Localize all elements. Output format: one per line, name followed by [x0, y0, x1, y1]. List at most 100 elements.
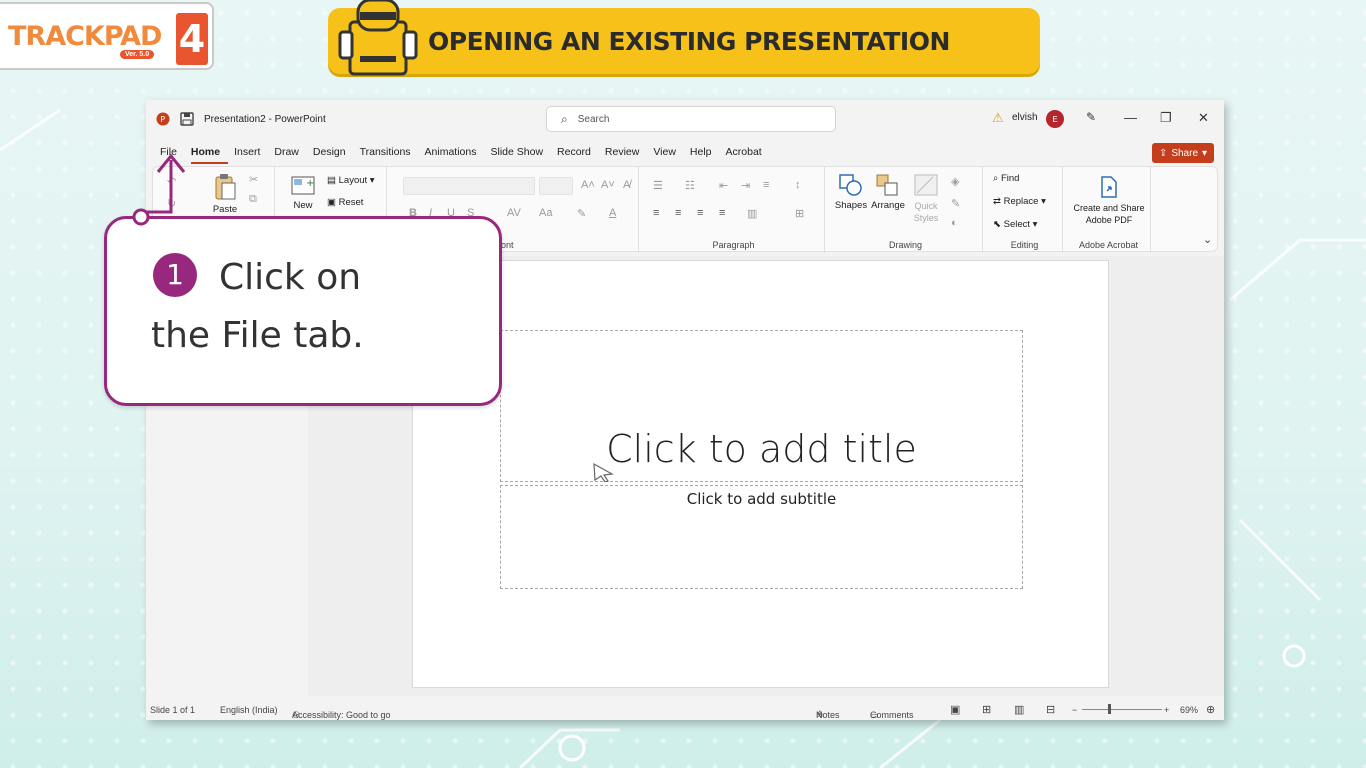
- status-bar: Slide 1 of 1 English (India) ⚇ Accessibi…: [146, 700, 1224, 720]
- zoom-slider[interactable]: [1082, 709, 1162, 710]
- shape-effects-icon[interactable]: ◐: [951, 217, 958, 229]
- window-title: Presentation2 - PowerPoint: [204, 114, 326, 125]
- columns-icon[interactable]: ▥: [747, 207, 757, 220]
- pen-icon[interactable]: ✎: [1086, 110, 1096, 124]
- bullets-icon[interactable]: ☰: [653, 179, 663, 192]
- language[interactable]: English (India): [220, 705, 278, 715]
- subtitle-placeholder[interactable]: Click to add subtitle: [500, 485, 1023, 589]
- slide-sorter-icon[interactable]: ⊞: [982, 703, 991, 716]
- font-size-select[interactable]: [539, 177, 573, 195]
- zoom-level[interactable]: 69%: [1180, 705, 1198, 715]
- redo-icon[interactable]: ↻: [167, 197, 176, 210]
- fit-to-window-icon[interactable]: ⊕: [1206, 703, 1215, 716]
- normal-view-icon[interactable]: ▣: [950, 703, 960, 716]
- slideshow-view-icon[interactable]: ⊟: [1046, 703, 1055, 716]
- notes-label: Notes: [816, 710, 840, 720]
- title-placeholder[interactable]: Click to add title: [500, 330, 1023, 482]
- accessibility-text: Accessibility: Good to go: [292, 710, 391, 720]
- arrange-button[interactable]: Arrange: [869, 173, 907, 211]
- powerpoint-window: P Presentation2 - PowerPoint ⌕ Search ⚠ …: [146, 100, 1224, 720]
- shape-fill-icon[interactable]: ◈: [951, 175, 959, 188]
- tab-file[interactable]: File: [160, 144, 185, 164]
- zoom-in-icon[interactable]: +: [1164, 705, 1169, 715]
- shapes-label: Shapes: [834, 200, 868, 211]
- tab-draw[interactable]: Draw: [274, 144, 307, 164]
- tab-slide-show[interactable]: Slide Show: [491, 144, 552, 164]
- powerpoint-app-icon: P: [156, 112, 170, 126]
- shapes-button[interactable]: Shapes: [833, 173, 869, 211]
- tab-design[interactable]: Design: [313, 144, 354, 164]
- minimize-icon[interactable]: —: [1124, 110, 1137, 125]
- restore-icon[interactable]: ❐: [1160, 110, 1172, 126]
- zoom-slider-thumb[interactable]: [1108, 704, 1111, 714]
- tab-home[interactable]: Home: [190, 144, 229, 164]
- change-case-icon[interactable]: Aa: [539, 207, 552, 219]
- tab-help[interactable]: Help: [690, 144, 720, 164]
- align-left-icon[interactable]: ≡: [653, 207, 659, 219]
- find-label: Find: [1000, 173, 1020, 184]
- paste-button[interactable]: Paste: [207, 173, 243, 215]
- avatar[interactable]: E: [1046, 110, 1064, 128]
- layout-icon: ▤: [327, 175, 339, 186]
- grow-font-icon[interactable]: A˄: [581, 179, 595, 191]
- numbering-icon[interactable]: ☷: [685, 179, 695, 192]
- quick-styles-button[interactable]: Quick Styles: [907, 173, 945, 224]
- create-share-pdf-button[interactable]: Create and Share Adobe PDF: [1071, 175, 1147, 226]
- find-button[interactable]: ⌕ Find: [993, 173, 1019, 184]
- title-bar: P Presentation2 - PowerPoint ⌕ Search ⚠ …: [146, 100, 1224, 138]
- tab-insert[interactable]: Insert: [234, 144, 268, 164]
- outdent-icon[interactable]: ⇥: [741, 179, 750, 192]
- arrange-icon: [876, 174, 898, 196]
- clear-format-icon[interactable]: A̸: [623, 179, 630, 191]
- align-right-icon[interactable]: ≡: [697, 207, 703, 219]
- user-name[interactable]: elvish: [1012, 112, 1038, 123]
- copy-icon[interactable]: ⧉: [249, 193, 257, 206]
- new-slide-icon: +: [291, 176, 315, 195]
- select-button[interactable]: ⬉ Select ▾: [993, 219, 1037, 230]
- line-spacing-icon[interactable]: ≡: [763, 179, 769, 191]
- shape-outline-icon[interactable]: ✎: [951, 197, 960, 210]
- tab-acrobat[interactable]: Acrobat: [726, 144, 770, 164]
- align-center-icon[interactable]: ≡: [675, 207, 681, 219]
- new-slide-button[interactable]: + New: [285, 173, 321, 211]
- paste-icon: [215, 174, 236, 200]
- smartart-icon[interactable]: ⊞: [795, 207, 804, 220]
- drawing-group: Shapes Arrange Quick Styles ◈ ✎ ◐ Drawin…: [829, 167, 983, 253]
- pdf-icon: [1101, 176, 1117, 198]
- highlight-icon[interactable]: ✎: [577, 207, 586, 220]
- callout-line-2: the File tab.: [151, 315, 364, 356]
- slide-count: Slide 1 of 1: [150, 705, 196, 715]
- font-name-select[interactable]: [403, 177, 535, 195]
- chevron-down-icon: ▾: [1202, 147, 1208, 159]
- justify-icon[interactable]: ≡: [719, 207, 725, 219]
- cut-icon[interactable]: ✂: [249, 173, 258, 186]
- reading-view-icon[interactable]: ▥: [1014, 703, 1024, 716]
- quick-styles-label: Quick Styles: [913, 201, 939, 223]
- warning-icon[interactable]: ⚠: [992, 110, 1004, 126]
- indent-icon[interactable]: ⇤: [719, 179, 728, 192]
- tab-transitions[interactable]: Transitions: [360, 144, 419, 164]
- shapes-icon: [839, 174, 862, 196]
- logo-text: TRACKPAD: [8, 20, 162, 52]
- undo-icon[interactable]: ↶: [167, 175, 176, 188]
- tab-review[interactable]: Review: [605, 144, 647, 164]
- char-spacing-icon[interactable]: AV: [507, 207, 521, 219]
- replace-button[interactable]: ⇄ Replace ▾: [993, 196, 1046, 207]
- close-icon[interactable]: ✕: [1198, 110, 1209, 126]
- search-box[interactable]: ⌕ Search: [546, 106, 836, 132]
- tab-view[interactable]: View: [653, 144, 684, 164]
- editing-group-label: Editing: [1010, 240, 1039, 250]
- logo-version: Ver. 5.0: [120, 50, 155, 59]
- save-icon[interactable]: [180, 112, 194, 126]
- font-color-icon[interactable]: A: [609, 207, 616, 219]
- shrink-font-icon[interactable]: A˅: [601, 179, 615, 191]
- share-button[interactable]: ⇪ Share ▾: [1152, 143, 1214, 163]
- mouse-pointer-icon: [593, 462, 614, 482]
- layout-button[interactable]: ▤ Layout ▾: [327, 175, 375, 186]
- reset-button[interactable]: ▣ Reset: [327, 197, 363, 208]
- tab-animations[interactable]: Animations: [425, 144, 485, 164]
- text-direction-icon[interactable]: ↕: [795, 179, 801, 191]
- tab-record[interactable]: Record: [557, 144, 599, 164]
- zoom-out-icon[interactable]: −: [1072, 705, 1077, 715]
- ribbon-collapse-icon[interactable]: ⌄: [1203, 233, 1212, 246]
